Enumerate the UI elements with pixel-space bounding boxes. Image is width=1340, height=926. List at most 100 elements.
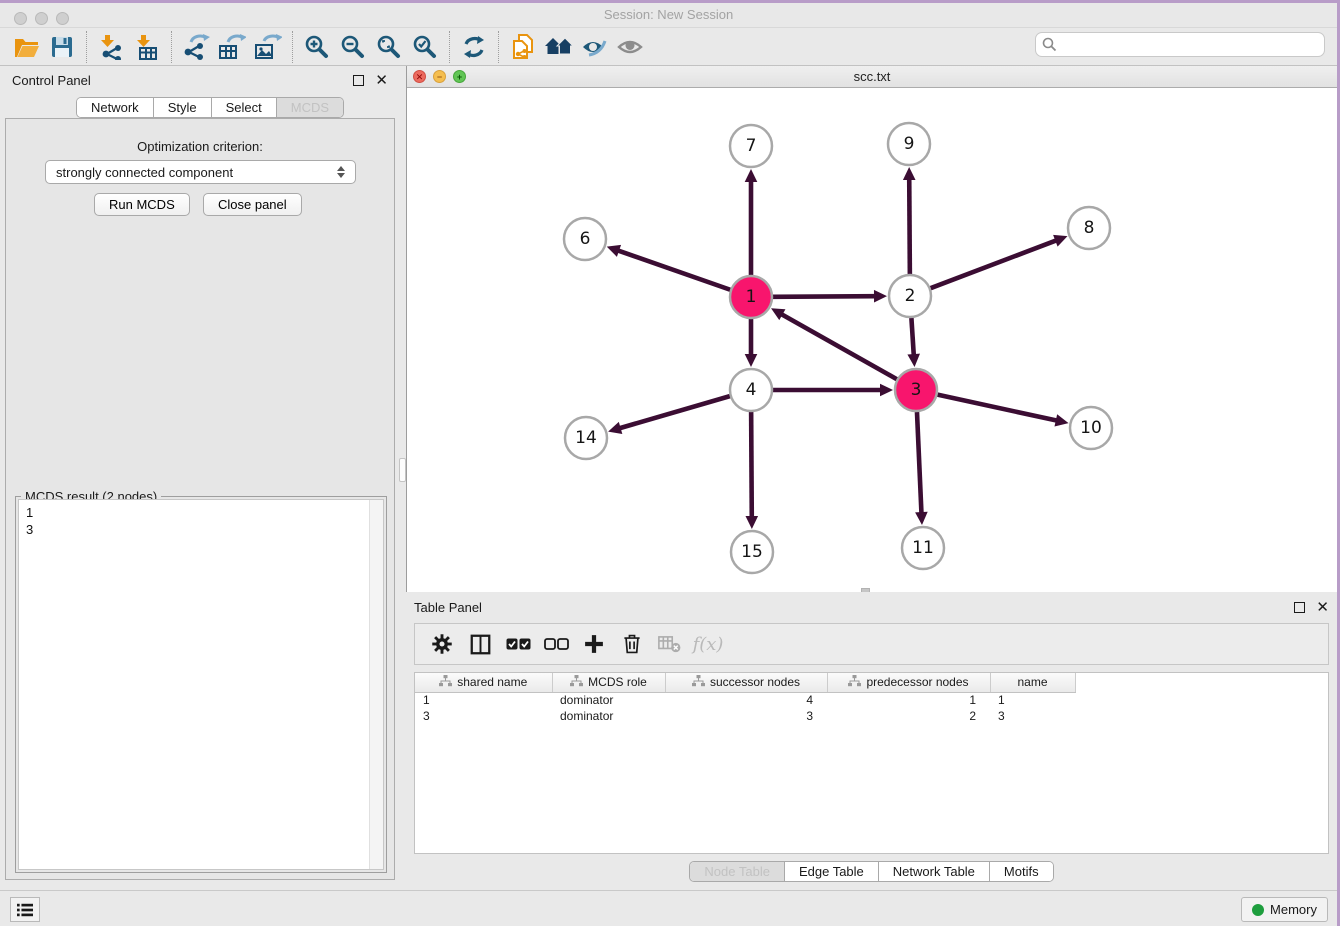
export-network-icon[interactable] [178, 31, 214, 63]
node-15[interactable]: 15 [731, 531, 773, 573]
zoom-fit-icon[interactable] [371, 31, 407, 63]
table-settings-icon[interactable] [425, 627, 459, 661]
zoom-selected-icon[interactable] [407, 31, 443, 63]
mcds-result-textarea[interactable]: 1 3 [18, 499, 384, 870]
edge-1-6[interactable] [607, 245, 731, 290]
run-mcds-button[interactable]: Run MCDS [94, 193, 190, 216]
import-table-icon[interactable] [129, 31, 165, 63]
zoom-out-icon[interactable] [335, 31, 371, 63]
memory-button[interactable]: Memory [1241, 897, 1328, 922]
criterion-dropdown[interactable]: strongly connected component [45, 160, 356, 184]
edge-2-8[interactable] [931, 235, 1068, 288]
node-1[interactable]: 1 [730, 276, 772, 318]
column-header[interactable]: successor nodes [665, 673, 827, 692]
node-4[interactable]: 4 [730, 369, 772, 411]
node-table[interactable]: shared nameMCDS role successor nodes prede… [414, 672, 1329, 854]
cell-predecessor-nodes[interactable]: 2 [827, 708, 990, 724]
table-panel-header: Table Panel ✕ [414, 595, 1329, 619]
panel-divider-handle[interactable] [399, 458, 406, 482]
save-session-icon[interactable] [44, 31, 80, 63]
edge-3-11[interactable] [915, 412, 928, 525]
network-minimize-icon[interactable]: − [433, 70, 446, 83]
node-6[interactable]: 6 [564, 218, 606, 260]
home-icon[interactable] [541, 31, 577, 63]
column-header[interactable]: MCDS role [552, 673, 665, 692]
tab-motifs[interactable]: Motifs [990, 862, 1053, 881]
delete-column-icon[interactable] [615, 627, 649, 661]
network-canvas[interactable]: 7 9 6 8 1 2 4 3 14 10 15 11 [407, 88, 1337, 592]
column-header[interactable]: shared name [415, 673, 552, 692]
import-network-icon[interactable] [93, 31, 129, 63]
export-table-icon[interactable] [214, 31, 250, 63]
show-graphics-details-icon[interactable] [613, 31, 649, 63]
close-panel-icon[interactable]: ✕ [375, 75, 388, 86]
float-table-panel-icon[interactable] [1294, 602, 1305, 613]
node-7[interactable]: 7 [730, 125, 772, 167]
cell-shared-name[interactable]: 3 [415, 708, 552, 724]
cell-name[interactable]: 1 [990, 692, 1075, 708]
apply-function-icon[interactable]: f(x) [691, 627, 725, 661]
tab-edge-table[interactable]: Edge Table [785, 862, 879, 881]
show-panels-button[interactable] [10, 897, 40, 922]
tab-style[interactable]: Style [154, 98, 212, 117]
network-window-titlebar[interactable]: ✕ − + scc.txt [407, 66, 1337, 88]
node-14[interactable]: 14 [565, 417, 607, 459]
column-header[interactable]: name [990, 673, 1075, 692]
close-panel-button[interactable]: Close panel [203, 193, 302, 216]
column-header-label: successor nodes [710, 675, 800, 689]
maximize-window-button[interactable] [56, 12, 69, 25]
tab-select[interactable]: Select [212, 98, 277, 117]
edge-1-2[interactable] [773, 290, 887, 303]
hide-graphics-details-icon[interactable] [577, 31, 613, 63]
edge-4-15[interactable] [745, 412, 758, 529]
cell-name[interactable]: 3 [990, 708, 1075, 724]
cell-successor-nodes[interactable]: 4 [665, 692, 827, 708]
split-table-view-icon[interactable] [463, 627, 497, 661]
edge-1-7[interactable] [745, 169, 758, 275]
cell-shared-name[interactable]: 1 [415, 692, 552, 708]
open-session-icon[interactable] [8, 31, 44, 63]
add-column-icon[interactable] [577, 627, 611, 661]
node-10[interactable]: 10 [1070, 407, 1112, 449]
table-row[interactable]: 1dominator411 [415, 692, 1075, 708]
refresh-view-icon[interactable] [456, 31, 492, 63]
edge-2-9[interactable] [903, 167, 916, 274]
node-2[interactable]: 2 [889, 275, 931, 317]
network-maximize-icon[interactable]: + [453, 70, 466, 83]
result-scrollbar[interactable] [369, 500, 383, 869]
toolbar-separator [292, 31, 293, 63]
delete-table-icon[interactable] [653, 627, 687, 661]
close-table-panel-icon[interactable]: ✕ [1316, 602, 1329, 613]
cell-mcds-role[interactable]: dominator [552, 692, 665, 708]
minimize-window-button[interactable] [35, 12, 48, 25]
cell-successor-nodes[interactable]: 3 [665, 708, 827, 724]
deselect-all-icon[interactable] [539, 627, 573, 661]
cell-predecessor-nodes[interactable]: 1 [827, 692, 990, 708]
edge-4-3[interactable] [773, 384, 893, 397]
edge-3-10[interactable] [937, 395, 1068, 427]
edge-1-4[interactable] [745, 319, 758, 367]
duplicate-network-icon[interactable] [505, 31, 541, 63]
network-close-icon[interactable]: ✕ [413, 70, 426, 83]
tab-node-table[interactable]: Node Table [690, 862, 785, 881]
search-input[interactable] [1035, 32, 1325, 57]
tab-network-table[interactable]: Network Table [879, 862, 990, 881]
edge-2-3[interactable] [907, 318, 920, 367]
float-panel-icon[interactable] [353, 75, 364, 86]
close-window-button[interactable] [14, 12, 27, 25]
node-3[interactable]: 3 [895, 369, 937, 411]
cell-mcds-role[interactable]: dominator [552, 708, 665, 724]
export-image-icon[interactable] [250, 31, 286, 63]
edge-3-1[interactable] [771, 308, 897, 379]
table-row[interactable]: 3dominator323 [415, 708, 1075, 724]
node-9[interactable]: 9 [888, 123, 930, 165]
node-11[interactable]: 11 [902, 527, 944, 569]
tab-mcds[interactable]: MCDS [277, 98, 343, 117]
hierarchy-icon [570, 675, 583, 690]
select-all-icon[interactable] [501, 627, 535, 661]
zoom-in-icon[interactable] [299, 31, 335, 63]
tab-network[interactable]: Network [77, 98, 154, 117]
edge-4-14[interactable] [608, 396, 730, 434]
column-header[interactable]: predecessor nodes [827, 673, 990, 692]
node-8[interactable]: 8 [1068, 207, 1110, 249]
